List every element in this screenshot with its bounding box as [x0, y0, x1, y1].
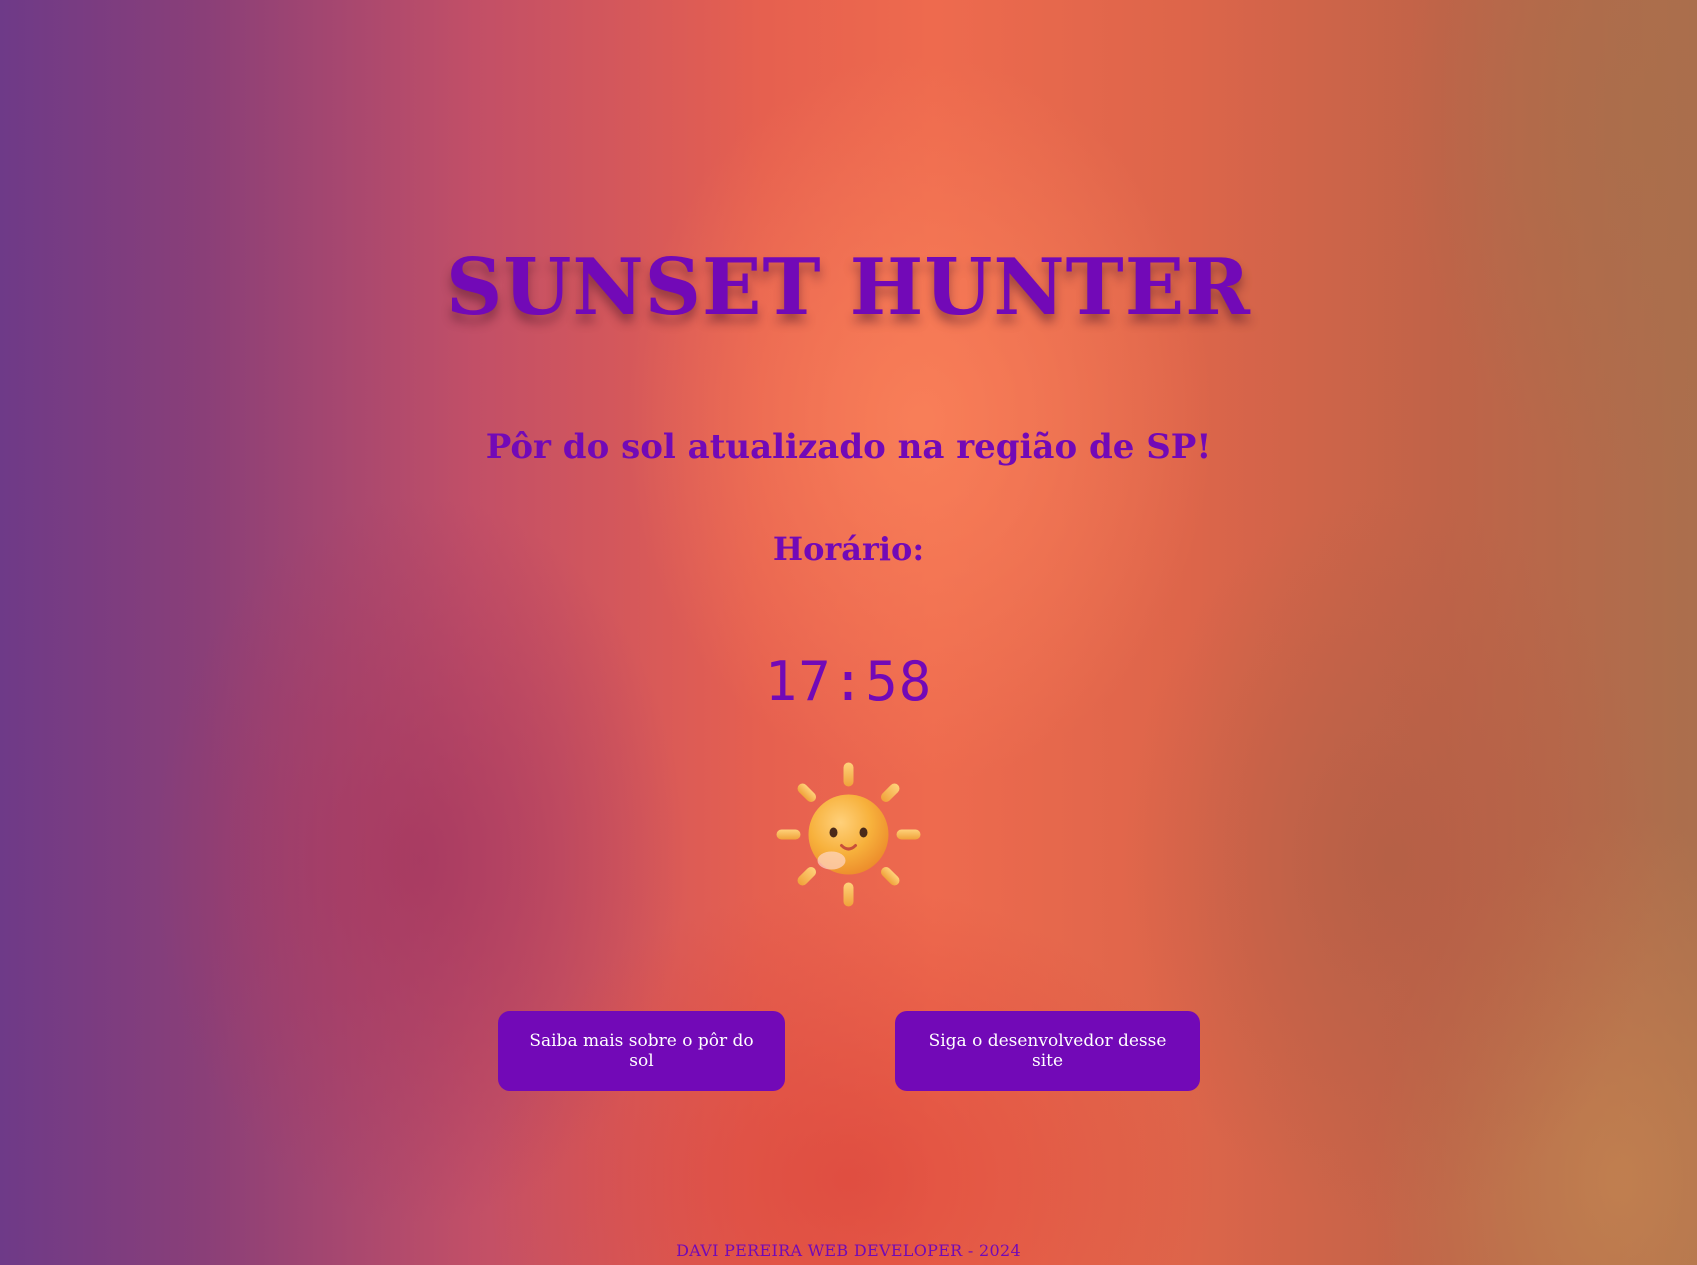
footer-credit: DAVI PEREIRA WEB DEVELOPER - 2024	[676, 1241, 1021, 1260]
smiling-sun-icon	[776, 762, 921, 907]
sunset-time-value: 17:58	[764, 650, 933, 713]
learn-more-button[interactable]: Saiba mais sobre o pôr do sol	[498, 1011, 785, 1091]
page-subtitle: Pôr do sol atualizado na região de SP!	[485, 427, 1212, 467]
sunset-time-label: Horário:	[772, 530, 925, 568]
follow-developer-button[interactable]: Siga o desenvolvedor desse site	[895, 1011, 1200, 1091]
page-title: SUNSET HUNTER	[446, 242, 1251, 333]
